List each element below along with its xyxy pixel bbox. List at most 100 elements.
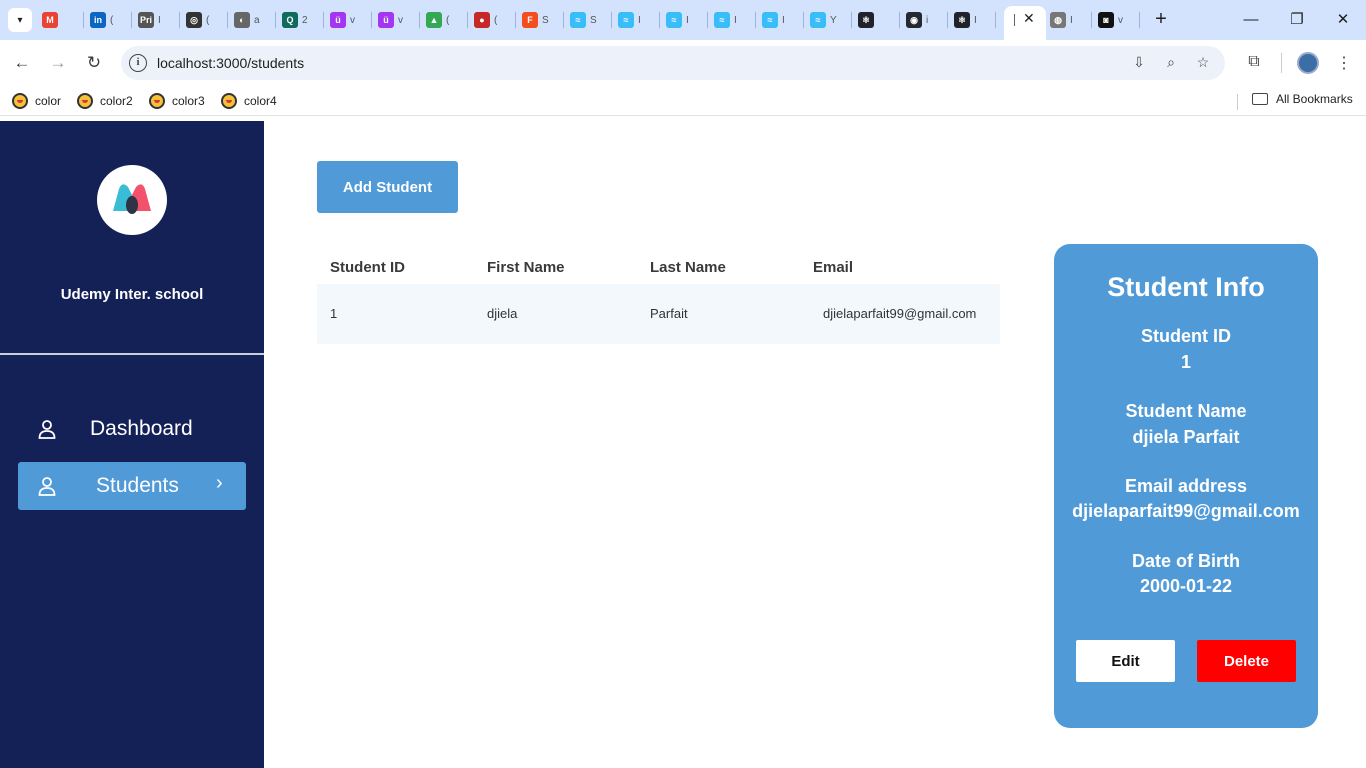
site-info-icon[interactable]: i [129,54,147,72]
tab-title: v [1118,14,1123,26]
browser-tab[interactable]: üv [330,8,372,32]
tab-separator [275,12,276,28]
browser-tab[interactable]: ◉ i [906,8,948,32]
browser-tab[interactable]: ◐ a [234,8,276,32]
browser-toolbar: ← → ↻ i localhost:3000/students ⇩ ⌕ ☆ ⧉ … [0,40,1366,86]
dob-label: Date of Birth [1132,551,1240,571]
browser-tab[interactable]: ≈ I [762,8,804,32]
print-icon: Pri [138,12,154,28]
reload-icon[interactable]: ↻ [83,52,105,74]
tab-title: ( [206,14,210,26]
linkedin-icon: in [90,12,106,28]
tailwind-icon: ≈ [714,12,730,28]
browser-tab[interactable]: ≈ I [666,8,708,32]
bookmark-star-icon[interactable]: ☆ [1193,54,1213,72]
column-header-last-name: Last Name [650,259,726,276]
table-row[interactable]: 1 djiela Parfait djielaparfait99@gmail.c… [317,284,1000,344]
quizlet-icon: Q [282,12,298,28]
forward-icon[interactable]: → [47,52,69,74]
zoom-icon[interactable]: ⌕ [1161,54,1181,72]
browser-tab[interactable]: ≈ S [570,8,612,32]
browser-tab[interactable]: ≈ I [714,8,756,32]
browser-tab[interactable]: ●( [474,8,516,32]
browser-tab[interactable]: M [42,8,84,32]
tailwind-icon: ≈ [762,12,778,28]
tab-separator [1139,12,1140,28]
tab-separator [179,12,180,28]
new-tab-button[interactable]: + [1150,8,1172,32]
add-student-button[interactable]: Add Student [317,161,458,213]
tab-title: I [686,14,689,26]
sidebar-item-students[interactable]: Students › [18,462,246,510]
browser-tab[interactable]: ≈ I [618,8,660,32]
bookmark-color[interactable]: color [12,92,61,110]
sidebar: Udemy Inter. school Dashboard Students › [0,121,264,768]
browser-tab[interactable]: ◙ v [1098,8,1140,32]
tab-separator [611,12,612,28]
tab-favicon-placeholder [1014,14,1015,26]
tab-separator [371,12,372,28]
tailwind-icon: ≈ [618,12,634,28]
tab-title: I [158,14,161,26]
active-tab[interactable]: ✕ [1004,6,1046,40]
tab-title: I [782,14,785,26]
back-icon[interactable]: ← [11,52,33,74]
browser-tab[interactable]: ◎( [186,8,228,32]
tab-separator [131,12,132,28]
all-bookmarks-button[interactable]: All Bookmarks [1252,92,1353,106]
tab-close-icon[interactable]: ✕ [1023,10,1035,27]
browser-tab[interactable]: Pri I [138,8,180,32]
column-header-email: Email [813,259,854,276]
menu-kebab-icon[interactable]: ⋮ [1333,53,1355,75]
delete-button[interactable]: Delete [1197,640,1296,682]
react-icon: ⚛ [954,12,970,28]
tab-title: I [638,14,641,26]
restore-button[interactable]: ❐ [1274,8,1320,32]
tab-separator [995,12,996,28]
profile-avatar[interactable] [1297,52,1319,74]
tab-search-button[interactable]: ▾ [8,8,32,32]
url-text[interactable]: localhost:3000/students [157,55,304,71]
browser-tab[interactable]: Q2 [282,8,324,32]
bookmark-color4[interactable]: color4 [221,92,277,110]
tab-title: Y [830,14,837,26]
tab-title: a [254,14,260,26]
browser-tab[interactable]: üv [378,8,420,32]
sidebar-item-label: Students [96,474,179,497]
browser-tab[interactable]: ≈ Y [810,8,852,32]
address-bar[interactable]: i localhost:3000/students ⇩ ⌕ ☆ [121,46,1225,80]
browser-tab[interactable]: FS [522,8,564,32]
extensions-icon[interactable]: ⧉ [1243,53,1265,75]
user-icon [38,420,56,439]
user-icon [38,477,56,496]
tab-separator [947,12,948,28]
browser-tab[interactable]: ◍ I [1050,8,1092,32]
cell-email: djielaparfait99@gmail.com [823,306,977,321]
drive-icon: ▲ [426,12,442,28]
tab-separator [563,12,564,28]
browser-tab-strip: ▾ Min(Pri I ◎(◐ a Q 2 ü v ü v ▲(●(F S ≈ S ≈ I ≈ I ≈ I ≈ I ≈ Y ⚛ ◉… [0,0,1366,40]
openai-icon: ◎ [186,12,202,28]
bookmark-label: color3 [172,94,205,108]
tab-separator [1091,12,1092,28]
students-table: Student ID First Name Last Name Email 1 … [317,250,1000,344]
edit-button[interactable]: Edit [1076,640,1175,682]
bookmark-label: color [35,94,62,108]
browser-tab[interactable]: ⚛ I [954,8,996,32]
minimize-button[interactable]: — [1228,8,1274,32]
browser-tab[interactable]: ⚛ [858,8,900,32]
tab-title: I [1070,14,1073,26]
close-window-button[interactable]: ✕ [1320,8,1366,32]
sidebar-item-dashboard[interactable]: Dashboard [18,405,246,453]
bookmark-color2[interactable]: color2 [77,92,133,110]
all-bookmarks-label: All Bookmarks [1276,92,1353,106]
browser-tab[interactable]: in ( [90,8,132,32]
info-card-title: Student Info [1107,272,1265,302]
tab-title: S [542,14,549,26]
tab-separator [467,12,468,28]
email-label: Email address [1124,476,1248,496]
sidebar-item-label: Dashboard [90,417,193,440]
browser-tab[interactable]: ▲( [426,8,468,32]
install-app-icon[interactable]: ⇩ [1129,54,1149,72]
bookmark-color3[interactable]: color3 [149,92,205,110]
